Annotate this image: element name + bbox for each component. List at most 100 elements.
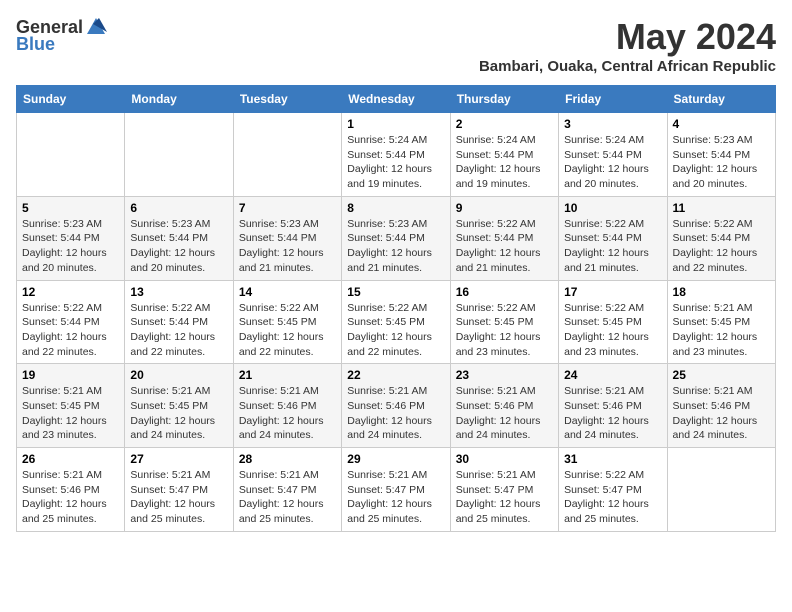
day-number: 16 [456,285,553,299]
day-cell: 10 Sunrise: 5:22 AM Sunset: 5:44 PM Dayli… [559,196,667,280]
day-info: Sunrise: 5:22 AM Sunset: 5:44 PM Dayligh… [22,301,119,360]
day-cell: 11 Sunrise: 5:22 AM Sunset: 5:44 PM Dayli… [667,196,775,280]
day-info: Sunrise: 5:23 AM Sunset: 5:44 PM Dayligh… [130,217,227,276]
day-cell: 12 Sunrise: 5:22 AM Sunset: 5:44 PM Dayli… [17,280,125,364]
day-info: Sunrise: 5:21 AM Sunset: 5:46 PM Dayligh… [564,384,661,443]
day-info: Sunrise: 5:24 AM Sunset: 5:44 PM Dayligh… [456,133,553,192]
day-cell: 1Sunrise: 5:24 AM Sunset: 5:44 PM Daylig… [342,113,450,197]
day-cell: 26 Sunrise: 5:21 AM Sunset: 5:46 PM Dayli… [17,448,125,532]
day-cell: 28 Sunrise: 5:21 AM Sunset: 5:47 PM Dayli… [233,448,341,532]
day-number: 22 [347,368,444,382]
header-day-wednesday: Wednesday [342,86,450,113]
day-number: 4 [673,117,770,131]
day-number: 10 [564,201,661,215]
week-row-1: 1 Sunrise: 5:24 AM Sunset: 5:44 PM Daylig… [17,113,776,197]
day-number: 13 [130,285,227,299]
logo-blue: Blue [16,34,55,55]
location-title: Bambari, Ouaka, Central African Republic [479,58,776,75]
day-number: 27 [130,452,227,466]
day-number: 12 [22,285,119,299]
day-number: 18 [673,285,770,299]
logo-icon [85,16,107,38]
day-info: Sunrise: 5:23 AM Sunset: 5:44 PM Dayligh… [347,217,444,276]
day-info: Sunrise: 5:22 AM Sunset: 5:45 PM Dayligh… [239,301,336,360]
day-cell: 13 Sunrise: 5:22 AM Sunset: 5:44 PM Dayli… [125,280,233,364]
day-number: 14 [239,285,336,299]
day-cell: 24 Sunrise: 5:21 AM Sunset: 5:46 PM Dayli… [559,364,667,448]
day-cell: 27 Sunrise: 5:21 AM Sunset: 5:47 PM Dayli… [125,448,233,532]
day-cell: 23 Sunrise: 5:21 AM Sunset: 5:46 PM Dayli… [450,364,558,448]
day-cell: 21Sunrise: 5:21 AM Sunset: 5:46 PM Dayli… [233,364,341,448]
week-row-5: 26 Sunrise: 5:21 AM Sunset: 5:46 PM Dayli… [17,448,776,532]
day-number: 31 [564,452,661,466]
day-info: Sunrise: 5:23 AM Sunset: 5:44 PM Dayligh… [239,217,336,276]
day-cell: 9Sunrise: 5:22 AM Sunset: 5:44 PM Daylig… [450,196,558,280]
header-day-saturday: Saturday [667,86,775,113]
day-cell [125,113,233,197]
day-number: 17 [564,285,661,299]
day-cell: 22 Sunrise: 5:21 AM Sunset: 5:46 PM Dayli… [342,364,450,448]
calendar-table: SundayMondayTuesdayWednesdayThursdayFrid… [16,85,776,532]
day-info: Sunrise: 5:22 AM Sunset: 5:44 PM Dayligh… [564,217,661,276]
day-cell: 7 Sunrise: 5:23 AM Sunset: 5:44 PM Daylig… [233,196,341,280]
day-info: Sunrise: 5:22 AM Sunset: 5:44 PM Dayligh… [130,301,227,360]
day-cell: 4 Sunrise: 5:23 AM Sunset: 5:44 PM Daylig… [667,113,775,197]
day-number: 26 [22,452,119,466]
day-number: 28 [239,452,336,466]
day-number: 29 [347,452,444,466]
day-info: Sunrise: 5:21 AM Sunset: 5:47 PM Dayligh… [130,468,227,527]
day-info: Sunrise: 5:21 AM Sunset: 5:47 PM Dayligh… [347,468,444,527]
day-cell: 31 Sunrise: 5:22 AM Sunset: 5:47 PM Dayli… [559,448,667,532]
day-info: Sunrise: 5:24 AM Sunset: 5:44 PM Dayligh… [564,133,661,192]
day-info: Sunrise: 5:21 AM Sunset: 5:47 PM Dayligh… [239,468,336,527]
day-cell: 17 Sunrise: 5:22 AM Sunset: 5:45 PM Dayli… [559,280,667,364]
day-info: Sunrise: 5:23 AM Sunset: 5:44 PM Dayligh… [673,133,770,192]
day-number: 21 [239,368,336,382]
day-cell: 19 Sunrise: 5:21 AM Sunset: 5:45 PM Dayli… [17,364,125,448]
day-number: 30 [456,452,553,466]
logo: General Blue [16,16,107,55]
day-cell: 14 Sunrise: 5:22 AM Sunset: 5:45 PM Dayli… [233,280,341,364]
day-info: Sunrise: 5:22 AM Sunset: 5:45 PM Dayligh… [456,301,553,360]
day-cell: 25 Sunrise: 5:21 AM Sunset: 5:46 PM Dayli… [667,364,775,448]
day-cell: 15Sunrise: 5:22 AM Sunset: 5:45 PM Dayli… [342,280,450,364]
day-info: Sunrise: 5:22 AM Sunset: 5:47 PM Dayligh… [564,468,661,527]
day-info: Sunrise: 5:21 AM Sunset: 5:46 PM Dayligh… [22,468,119,527]
day-info: Sunrise: 5:21 AM Sunset: 5:45 PM Dayligh… [673,301,770,360]
day-number: 1 [347,117,444,131]
day-number: 6 [130,201,227,215]
day-number: 24 [564,368,661,382]
header-day-tuesday: Tuesday [233,86,341,113]
day-info: Sunrise: 5:23 AM Sunset: 5:44 PM Dayligh… [22,217,119,276]
day-number: 7 [239,201,336,215]
day-number: 19 [22,368,119,382]
day-cell [667,448,775,532]
day-cell: 20Sunrise: 5:21 AM Sunset: 5:45 PM Dayli… [125,364,233,448]
day-number: 25 [673,368,770,382]
day-info: Sunrise: 5:22 AM Sunset: 5:44 PM Dayligh… [673,217,770,276]
day-info: Sunrise: 5:21 AM Sunset: 5:46 PM Dayligh… [347,384,444,443]
day-cell: 8 Sunrise: 5:23 AM Sunset: 5:44 PM Daylig… [342,196,450,280]
day-info: Sunrise: 5:21 AM Sunset: 5:46 PM Dayligh… [673,384,770,443]
day-number: 5 [22,201,119,215]
day-number: 2 [456,117,553,131]
day-number: 20 [130,368,227,382]
day-cell: 2 Sunrise: 5:24 AM Sunset: 5:44 PM Daylig… [450,113,558,197]
header-day-sunday: Sunday [17,86,125,113]
day-info: Sunrise: 5:21 AM Sunset: 5:47 PM Dayligh… [456,468,553,527]
day-info: Sunrise: 5:22 AM Sunset: 5:45 PM Dayligh… [347,301,444,360]
day-number: 8 [347,201,444,215]
header-day-friday: Friday [559,86,667,113]
header-day-monday: Monday [125,86,233,113]
day-info: Sunrise: 5:22 AM Sunset: 5:45 PM Dayligh… [564,301,661,360]
day-info: Sunrise: 5:21 AM Sunset: 5:45 PM Dayligh… [22,384,119,443]
day-cell: 6 Sunrise: 5:23 AM Sunset: 5:44 PM Daylig… [125,196,233,280]
day-number: 11 [673,201,770,215]
day-cell [233,113,341,197]
day-info: Sunrise: 5:21 AM Sunset: 5:46 PM Dayligh… [456,384,553,443]
day-cell: 30 Sunrise: 5:21 AM Sunset: 5:47 PM Dayli… [450,448,558,532]
title-area: May 2024 Bambari, Ouaka, Central African… [479,16,776,75]
day-cell: 5 Sunrise: 5:23 AM Sunset: 5:44 PM Daylig… [17,196,125,280]
day-number: 23 [456,368,553,382]
month-title: May 2024 [479,16,776,58]
